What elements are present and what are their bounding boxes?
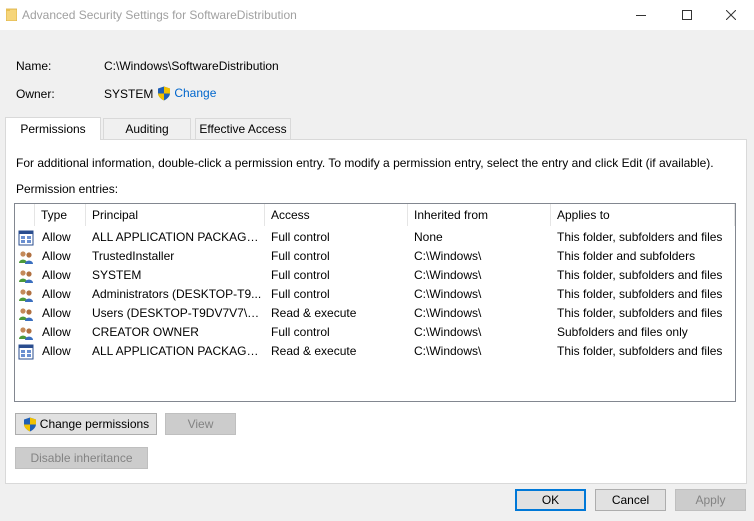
list-item[interactable]: Allow SYSTEM Full control C:\Windows\ Th… [15,266,735,285]
inherited-from-cell: C:\Windows\ [414,287,482,301]
owner-label: Owner: [16,87,55,101]
access-cell: Full control [271,287,330,301]
inherited-from-cell: C:\Windows\ [414,249,482,263]
folder-icon [6,8,17,21]
applies-to-cell: This folder, subfolders and files [557,287,723,301]
info-text: For additional information, double-click… [16,156,714,170]
access-cell: Full control [271,325,330,339]
principal-cell: SYSTEM [92,268,142,282]
tab-strip: Auditing Effective Access Permissions [0,117,754,140]
inherited-from-cell: C:\Windows\ [414,268,482,282]
owner-value: SYSTEM [104,87,154,101]
maximize-icon [682,10,692,20]
object-path: C:\Windows\SoftwareDistribution [104,59,279,73]
column-header-type[interactable]: Type [35,204,86,226]
list-item[interactable]: Allow Users (DESKTOP-T9DV7V7\Us... Read … [15,304,735,323]
list-item[interactable]: Allow TrustedInstaller Full control C:\W… [15,247,735,266]
app-packages-icon [18,344,34,360]
access-cell: Read & execute [271,306,357,320]
user-group-icon [19,251,33,264]
window-title: Advanced Security Settings for SoftwareD… [22,8,297,22]
type-cell: Allow [42,344,71,358]
change-permissions-label: Change permissions [39,417,150,431]
type-cell: Allow [42,268,71,282]
type-cell: Allow [42,306,71,320]
type-cell: Allow [42,287,71,301]
disable-inheritance-button[interactable]: Disable inheritance [15,447,148,469]
access-cell: Full control [271,230,330,244]
type-cell: Allow [42,249,71,263]
close-icon [726,10,736,20]
type-cell: Allow [42,230,71,244]
applies-to-cell: Subfolders and files only [557,325,688,339]
principal-cell: ALL APPLICATION PACKAGES [92,344,262,358]
close-button[interactable] [708,0,754,30]
permission-entries-list[interactable]: Type Principal Access Inherited from App… [14,203,736,402]
app-packages-icon [18,230,34,246]
inherited-from-cell: C:\Windows\ [414,306,482,320]
apply-button[interactable]: Apply [675,489,746,511]
list-item[interactable]: Allow CREATOR OWNER Full control C:\Wind… [15,323,735,342]
applies-to-cell: This folder, subfolders and files [557,344,723,358]
user-group-icon [19,327,33,340]
type-cell: Allow [42,325,71,339]
column-header-inherited-from[interactable]: Inherited from [408,204,551,226]
applies-to-cell: This folder, subfolders and files [557,268,723,282]
principal-cell: Users (DESKTOP-T9DV7V7\Us... [92,306,262,320]
applies-to-cell: This folder, subfolders and files [557,230,723,244]
minimize-icon [636,15,646,16]
applies-to-cell: This folder, subfolders and files [557,306,723,320]
list-header: Type Principal Access Inherited from App… [15,204,735,226]
change-permissions-button[interactable]: Change permissions [15,413,157,435]
column-header-applies-to[interactable]: Applies to [551,204,735,226]
access-cell: Full control [271,249,330,263]
user-group-icon [19,308,33,321]
list-item[interactable]: Allow ALL APPLICATION PACKAGES Full cont… [15,228,735,247]
change-owner-link[interactable]: Change [157,86,216,101]
access-cell: Read & execute [271,344,357,358]
name-label: Name: [16,59,52,73]
list-item[interactable]: Allow Administrators (DESKTOP-T9... Full… [15,285,735,304]
tab-auditing[interactable]: Auditing [103,118,191,139]
change-link-text[interactable]: Change [174,86,216,100]
list-item[interactable]: Allow ALL APPLICATION PACKAGES Read & ex… [15,342,735,361]
column-header-principal[interactable]: Principal [86,204,265,226]
view-button[interactable]: View [165,413,236,435]
permission-entries-label: Permission entries: [16,182,119,196]
principal-cell: ALL APPLICATION PACKAGES [92,230,262,244]
column-header-access[interactable]: Access [265,204,408,226]
minimize-button[interactable] [618,0,664,30]
access-cell: Full control [271,268,330,282]
inherited-from-cell: None [414,230,443,244]
uac-shield-icon [158,86,170,101]
ok-button[interactable]: OK [515,489,586,511]
tab-effective-access[interactable]: Effective Access [195,118,291,139]
user-group-icon [19,270,33,283]
column-header-icon [15,204,35,226]
maximize-button[interactable] [664,0,710,30]
tab-permissions[interactable]: Permissions [5,117,101,140]
cancel-button[interactable]: Cancel [595,489,666,511]
applies-to-cell: This folder and subfolders [557,249,696,263]
title-bar: Advanced Security Settings for SoftwareD… [0,0,754,30]
principal-cell: TrustedInstaller [92,249,175,263]
uac-shield-icon [23,417,36,431]
inherited-from-cell: C:\Windows\ [414,344,482,358]
inherited-from-cell: C:\Windows\ [414,325,482,339]
principal-cell: CREATOR OWNER [92,325,199,339]
principal-cell: Administrators (DESKTOP-T9... [92,287,262,301]
user-group-icon [19,289,33,302]
